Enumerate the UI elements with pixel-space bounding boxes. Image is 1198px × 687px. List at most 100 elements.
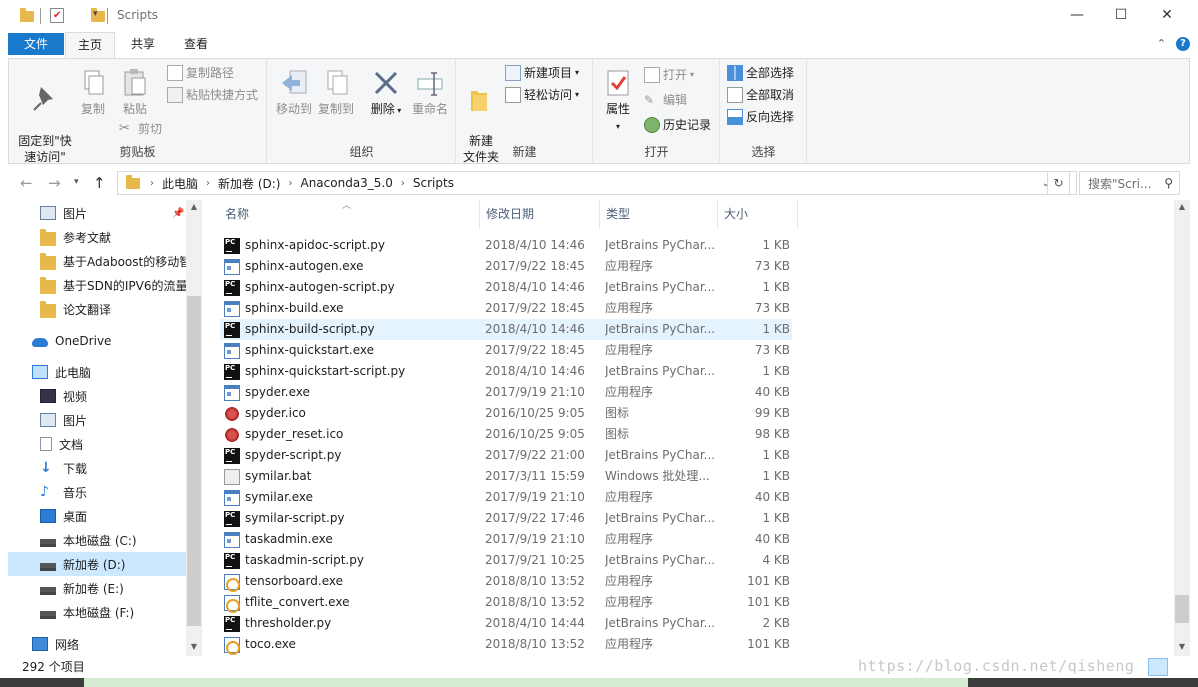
column-header-type[interactable]: 类型: [600, 200, 718, 228]
paste-shortcut-button[interactable]: 粘贴快捷方式: [167, 85, 258, 105]
tab-file[interactable]: 文件: [8, 33, 64, 55]
nav-item-drive-f[interactable]: 本地磁盘 (F:): [8, 600, 186, 624]
column-header-size[interactable]: 大小: [718, 200, 798, 228]
nav-scrollbar[interactable]: ▲ ▼: [186, 200, 202, 656]
properties-qa-icon[interactable]: ✔: [50, 8, 64, 23]
invert-selection-button[interactable]: 反向选择: [727, 107, 794, 127]
nav-item-this-pc[interactable]: 此电脑: [8, 360, 186, 384]
select-none-button[interactable]: 全部取消: [727, 85, 794, 105]
large-icons-view-icon[interactable]: [1170, 658, 1190, 676]
chevron-right-icon[interactable]: ›: [401, 178, 405, 189]
file-row[interactable]: PC symilar-script.py 2017/9/22 17:46 JetBra…: [220, 508, 792, 529]
group-clipboard: 固定到"快 速访问" 复制 粘贴 复制路径 粘贴快捷方式 ✂ 剪切 剪贴板: [9, 59, 267, 164]
expand-ribbon-icon[interactable]: ⌃: [1157, 37, 1166, 51]
file-row[interactable]: PC sphinx-autogen-script.py 2018/4/10 14:4…: [220, 277, 792, 298]
breadcrumb-scripts[interactable]: Scripts: [413, 176, 454, 190]
back-arrow-icon[interactable]: ←: [20, 174, 33, 192]
file-row[interactable]: spyder.ico 2016/10/25 9:05 图标 99 KB: [220, 403, 792, 424]
file-row[interactable]: taskadmin.exe 2017/9/19 21:10 应用程序 40 KB: [220, 529, 792, 550]
file-row[interactable]: toco.exe 2018/8/10 13:52 应用程序 101 KB: [220, 634, 792, 655]
file-row[interactable]: sphinx-build.exe 2017/9/22 18:45 应用程序 73 KB: [220, 298, 792, 319]
pin-icon[interactable]: 📌: [172, 208, 184, 219]
file-row[interactable]: PC spyder-script.py 2017/9/22 21:00 JetBrai…: [220, 445, 792, 466]
file-row[interactable]: spyder_reset.ico 2016/10/25 9:05 图标 98 KB: [220, 424, 792, 445]
file-list-scrollbar-thumb[interactable]: [1175, 595, 1189, 623]
file-row[interactable]: sphinx-quickstart.exe 2017/9/22 18:45 应用程序…: [220, 340, 792, 361]
nav-item-folder[interactable]: 论文翻译: [8, 297, 186, 321]
customize-qa-chevron-icon[interactable]: ▾: [93, 9, 98, 25]
nav-item-onedrive[interactable]: OneDrive: [8, 329, 186, 353]
new-item-button[interactable]: 新建项目 ▾: [505, 63, 579, 83]
tab-home[interactable]: 主页: [65, 32, 115, 59]
file-row[interactable]: PC thresholder.py 2018/4/10 14:44 JetBrains…: [220, 613, 792, 634]
copy-to-icon: [327, 70, 348, 95]
file-row[interactable]: tflite_convert.exe 2018/8/10 13:52 应用程序 101…: [220, 592, 792, 613]
nav-item-network[interactable]: 网络: [8, 632, 186, 656]
file-list-scrollbar[interactable]: ▲ ▼: [1174, 200, 1190, 656]
file-row[interactable]: symilar.bat 2017/3/11 15:59 Windows 批处理...…: [220, 466, 792, 487]
forward-arrow-icon[interactable]: →: [48, 174, 61, 192]
tab-share[interactable]: 共享: [119, 32, 167, 58]
column-header-date[interactable]: 修改日期: [480, 200, 600, 228]
open-button[interactable]: 打开 ▾: [644, 65, 694, 85]
nav-item-downloads[interactable]: ↓ 下载: [8, 456, 186, 480]
nav-scrollbar-thumb[interactable]: [187, 296, 201, 626]
file-row[interactable]: PC sphinx-apidoc-script.py 2018/4/10 14:46…: [220, 235, 792, 256]
nav-label: 图片: [63, 206, 88, 221]
file-row[interactable]: spyder.exe 2017/9/19 21:10 应用程序 40 KB: [220, 382, 792, 403]
address-field[interactable]: › 此电脑 › 新加卷 (D:) › Anaconda3_5.0 › Scrip…: [117, 171, 1077, 195]
nav-item-desktop[interactable]: 桌面: [8, 504, 186, 528]
paste-button[interactable]: 粘贴: [115, 67, 155, 117]
recent-locations-chevron-icon[interactable]: ▾: [74, 177, 79, 187]
move-to-button[interactable]: 移动到: [274, 67, 314, 117]
file-row[interactable]: PC sphinx-quickstart-script.py 2018/4/10 1…: [220, 361, 792, 382]
scroll-up-icon[interactable]: ▲: [1174, 202, 1190, 211]
file-row[interactable]: tensorboard.exe 2018/8/10 13:52 应用程序 101 KB: [220, 571, 792, 592]
cut-button[interactable]: ✂ 剪切: [119, 119, 162, 139]
nav-item-pictures-pinned[interactable]: 图片 📌: [8, 201, 186, 225]
copy-button[interactable]: 复制: [73, 67, 113, 117]
close-button[interactable]: ✕: [1144, 0, 1190, 30]
history-button[interactable]: 历史记录: [644, 115, 711, 135]
file-row[interactable]: sphinx-autogen.exe 2017/9/22 18:45 应用程序 73 …: [220, 256, 792, 277]
breadcrumb-anaconda[interactable]: Anaconda3_5.0: [300, 176, 392, 190]
scroll-down-icon[interactable]: ▼: [1174, 642, 1190, 651]
column-header-name[interactable]: 名称 ︿: [219, 200, 480, 228]
maximize-button[interactable]: ☐: [1098, 0, 1144, 30]
properties-button[interactable]: 属性 ▾: [598, 67, 638, 135]
copy-to-button[interactable]: 复制到: [316, 67, 356, 117]
chevron-right-icon[interactable]: ›: [150, 178, 154, 189]
search-input[interactable]: 搜索"Scri... ⚲: [1079, 171, 1180, 195]
rename-button[interactable]: 重命名: [408, 67, 452, 117]
nav-item-folder[interactable]: 基于SDN的IPV6的流量: [8, 273, 186, 297]
scroll-up-icon[interactable]: ▲: [186, 202, 202, 211]
chevron-right-icon[interactable]: ›: [206, 178, 210, 189]
nav-item-documents[interactable]: 文档: [8, 432, 186, 456]
nav-item-folder[interactable]: 参考文献: [8, 225, 186, 249]
nav-item-videos[interactable]: 视频: [8, 384, 186, 408]
scroll-down-icon[interactable]: ▼: [186, 642, 202, 651]
breadcrumb-this-pc[interactable]: 此电脑: [162, 175, 198, 192]
copy-path-button[interactable]: 复制路径: [167, 63, 234, 83]
tab-view[interactable]: 查看: [172, 32, 220, 58]
file-row[interactable]: symilar.exe 2017/9/19 21:10 应用程序 40 KB: [220, 487, 792, 508]
nav-item-music[interactable]: ♪ 音乐: [8, 480, 186, 504]
help-icon[interactable]: ?: [1176, 37, 1190, 51]
refresh-button[interactable]: ↻: [1047, 171, 1070, 195]
up-arrow-icon[interactable]: ↑: [93, 174, 106, 192]
edit-button[interactable]: ✎ 编辑: [644, 90, 687, 110]
file-row[interactable]: PC taskadmin-script.py 2017/9/21 10:25 JetB…: [220, 550, 792, 571]
delete-button[interactable]: 删除 ▾: [366, 67, 406, 119]
minimize-button[interactable]: —: [1054, 0, 1100, 30]
easy-access-button[interactable]: 轻松访问 ▾: [505, 85, 579, 105]
nav-item-drive-d[interactable]: 新加卷 (D:): [8, 552, 186, 576]
chevron-right-icon[interactable]: ›: [288, 178, 292, 189]
select-all-button[interactable]: 全部选择: [727, 63, 794, 83]
nav-item-drive-e[interactable]: 新加卷 (E:): [8, 576, 186, 600]
breadcrumb-drive-d[interactable]: 新加卷 (D:): [218, 175, 280, 192]
nav-item-drive-c[interactable]: 本地磁盘 (C:): [8, 528, 186, 552]
file-row[interactable]: PC sphinx-build-script.py 2018/4/10 14:46 J…: [220, 319, 792, 340]
nav-item-pictures[interactable]: 图片: [8, 408, 186, 432]
nav-item-folder[interactable]: 基于Adaboost的移动智: [8, 249, 186, 273]
details-view-icon[interactable]: [1148, 658, 1168, 676]
